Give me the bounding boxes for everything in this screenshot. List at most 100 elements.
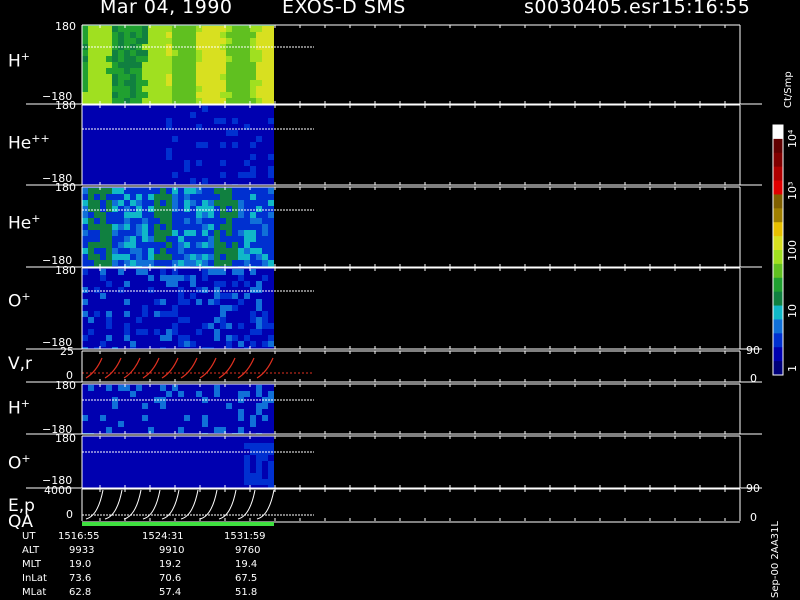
heatmap-cell <box>232 200 238 206</box>
heatmap-cell <box>256 467 262 473</box>
heatmap-cell <box>226 323 232 329</box>
heatmap-cell <box>202 74 208 80</box>
heatmap-cell <box>160 311 166 317</box>
heatmap-cell <box>148 254 154 260</box>
heatmap-cell <box>166 230 172 236</box>
heatmap-cell <box>202 86 208 92</box>
heatmap-cell <box>118 38 124 44</box>
heatmap-cell <box>220 118 226 124</box>
heatmap-cell <box>202 260 208 266</box>
heatmap-cell <box>94 80 100 86</box>
heatmap-cell <box>256 56 262 62</box>
heatmap-cell <box>268 172 274 178</box>
heatmap-cell <box>136 248 142 254</box>
heatmap-cell <box>226 403 232 409</box>
heatmap-cell <box>160 92 166 98</box>
heatmap-cell <box>208 212 214 218</box>
heatmap-cell <box>94 260 100 266</box>
heatmap-cell <box>202 254 208 260</box>
heatmap-cell <box>178 92 184 98</box>
heatmap-cell <box>226 130 232 136</box>
heatmap-cell <box>172 275 178 281</box>
heatmap-cell <box>178 260 184 266</box>
velocity-trace <box>142 357 160 379</box>
heatmap-cell <box>82 287 88 293</box>
heatmap-cell <box>238 323 244 329</box>
heatmap-cell <box>256 317 262 323</box>
heatmap-cell <box>250 56 256 62</box>
heatmap-cell <box>88 200 94 206</box>
heatmap-cell <box>184 275 190 281</box>
colorbar-tick: 100 <box>786 240 799 261</box>
heatmap-cell <box>148 32 154 38</box>
heatmap-cell <box>112 254 118 260</box>
heatmap-cell <box>106 224 112 230</box>
heatmap-cell <box>118 200 124 206</box>
ephem-value: 57.4 <box>159 587 182 598</box>
heatmap-cell <box>250 236 256 242</box>
heatmap-cell <box>172 281 178 287</box>
heatmap-cell <box>190 188 196 194</box>
heatmap-cell <box>160 80 166 86</box>
heatmap-cell <box>118 62 124 68</box>
heatmap-cell <box>178 56 184 62</box>
heatmap-cell <box>112 206 118 212</box>
heatmap-cell <box>256 62 262 68</box>
heatmap-cell <box>238 92 244 98</box>
heatmap-cell <box>94 86 100 92</box>
heatmap-cell <box>196 74 202 80</box>
heatmap-cell <box>100 230 106 236</box>
heatmap-cell <box>256 409 262 415</box>
heatmap-cell <box>202 38 208 44</box>
heatmap-cell <box>238 391 244 397</box>
heatmap-cell <box>244 92 250 98</box>
heatmap-cell <box>238 172 244 178</box>
heatmap-cell <box>268 200 274 206</box>
heatmap-cell <box>136 38 142 44</box>
heatmap-cell <box>118 254 124 260</box>
heatmap-cell <box>208 323 214 329</box>
heatmap-cell <box>208 32 214 38</box>
heatmap-cell <box>208 200 214 206</box>
heatmap-cell <box>184 86 190 92</box>
heatmap-cell <box>244 473 250 479</box>
heatmap-cell <box>268 461 274 467</box>
heatmap-cell <box>214 98 220 104</box>
heatmap-cell <box>250 86 256 92</box>
heatmap-cell <box>208 92 214 98</box>
velocity-trace <box>237 357 255 379</box>
heatmap-cell <box>190 281 196 287</box>
heatmap-cell <box>202 62 208 68</box>
heatmap-cell <box>268 188 274 194</box>
heatmap-cell <box>130 80 136 86</box>
heatmap-cell <box>94 212 100 218</box>
heatmap-cell <box>190 254 196 260</box>
heatmap-cell <box>190 38 196 44</box>
heatmap-cell <box>178 74 184 80</box>
heatmap-cell <box>178 68 184 74</box>
heatmap-cell <box>166 80 172 86</box>
heatmap-cell <box>184 260 190 266</box>
heatmap-cell <box>256 136 262 142</box>
heatmap-cell <box>214 269 220 275</box>
heatmap-cell <box>142 403 148 409</box>
heatmap-cell <box>106 335 112 341</box>
heatmap-cell <box>160 62 166 68</box>
heatmap-cell <box>124 50 130 56</box>
heatmap-cell <box>214 254 220 260</box>
heatmap-cell <box>88 206 94 212</box>
heatmap-cell <box>226 194 232 200</box>
heatmap-cell <box>148 26 154 32</box>
heatmap-cell <box>208 242 214 248</box>
heatmap-cell <box>256 80 262 86</box>
heatmap-cell <box>136 194 142 200</box>
heatmap-cell <box>184 38 190 44</box>
heatmap-cell <box>262 62 268 68</box>
heatmap-cell <box>232 38 238 44</box>
heatmap-cell <box>142 224 148 230</box>
heatmap-cell <box>106 317 112 323</box>
heatmap-cell <box>106 206 112 212</box>
heatmap-cell <box>268 26 274 32</box>
heatmap-cell <box>184 200 190 206</box>
heatmap-cell <box>166 148 172 154</box>
